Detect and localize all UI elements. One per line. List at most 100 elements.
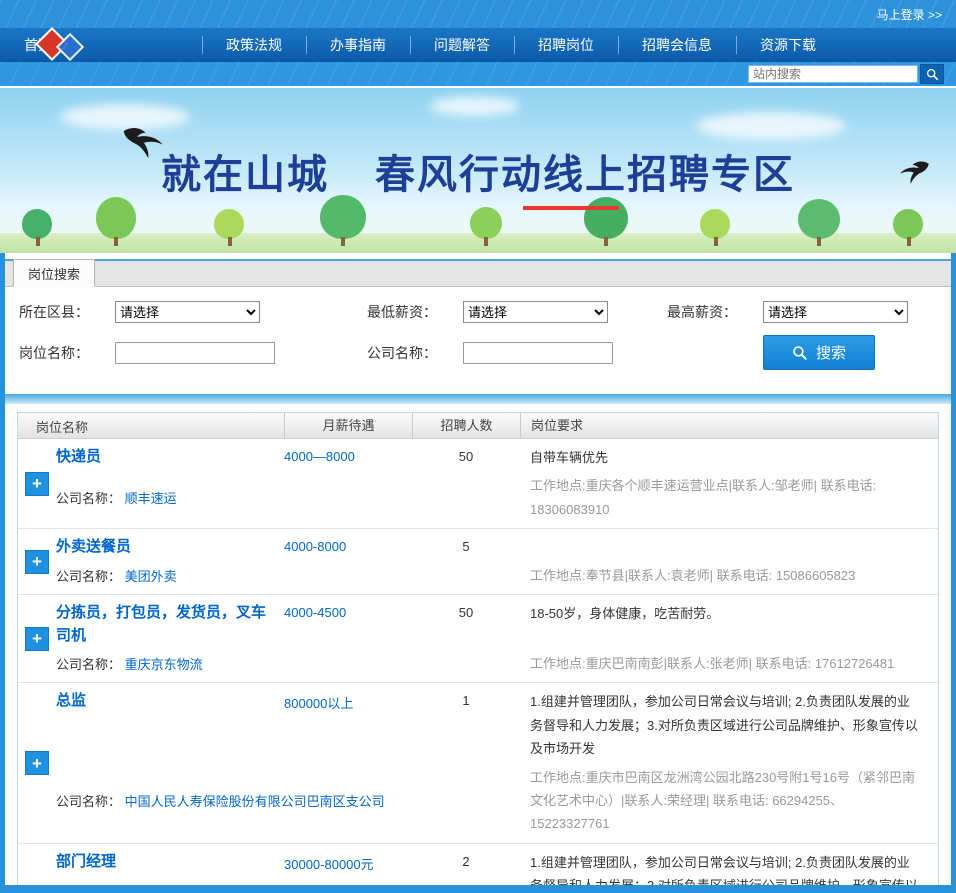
- max-salary-select[interactable]: 请选择: [763, 301, 908, 323]
- search-button-field: 搜索: [653, 335, 951, 370]
- job-title-cell: 分拣员，打包员，发货员，叉车司机: [56, 602, 284, 647]
- table-row: +外卖送餐员4000-80005公司名称： 美团外卖工作地点:奉节县|联系人:袁…: [18, 529, 938, 595]
- expand-row-button[interactable]: +: [25, 472, 49, 496]
- main-nav: 首页政策法规办事指南问题解答招聘岗位招聘会信息资源下载: [0, 28, 956, 62]
- job-title-link[interactable]: 总监: [56, 692, 86, 709]
- job-count: 50: [412, 602, 520, 647]
- expand-cell: +: [18, 536, 56, 587]
- job-table-body: +快递员4000—800050自带车辆优先公司名称： 顺丰速运工作地点:重庆各个…: [18, 439, 938, 885]
- job-count: 1: [412, 690, 520, 760]
- company-link[interactable]: 顺丰速运: [125, 491, 177, 506]
- max-salary-label: 最高薪资：: [667, 302, 763, 322]
- nav-item-4[interactable]: 问题解答: [410, 28, 514, 62]
- column-header: 岗位名称: [18, 417, 284, 436]
- company-label: 公司名称：: [56, 569, 125, 584]
- cloud: [430, 96, 520, 116]
- job-table-header: 岗位名称月薪待遇招聘人数岗位要求: [18, 413, 938, 439]
- job-name-field: 岗位名称：: [5, 335, 353, 370]
- table-row: +快递员4000—800050自带车辆优先公司名称： 顺丰速运工作地点:重庆各个…: [18, 439, 938, 529]
- nav-item-7[interactable]: 资源下载: [736, 28, 840, 62]
- column-header: 月薪待遇: [284, 413, 412, 439]
- company-label: 公司名称：: [56, 491, 125, 506]
- lower-area: 岗位搜索 所在区县： 请选择 最低薪资： 请选择 最高薪资：: [0, 253, 956, 891]
- column-header: 岗位要求: [520, 413, 938, 439]
- job-requirement: 1.组建并管理团队，参加公司日常会议与培训; 2.负责团队发展的业务督导和人力发…: [520, 851, 930, 885]
- site-search-input[interactable]: [748, 65, 918, 83]
- content: 岗位搜索 所在区县： 请选择 最低薪资： 请选择 最高薪资：: [5, 253, 951, 885]
- tree-icon: [470, 207, 502, 239]
- expand-row-button[interactable]: +: [25, 751, 49, 775]
- search-button[interactable]: 搜索: [763, 335, 875, 370]
- job-title-link[interactable]: 部门经理: [56, 853, 116, 870]
- district-field: 所在区县： 请选择: [5, 301, 353, 323]
- site-logo-icon: [34, 28, 98, 62]
- table-row: +部门经理30000-80000元21.组建并管理团队，参加公司日常会议与培训;…: [18, 844, 938, 885]
- job-requirement: 自带车辆优先: [520, 446, 930, 469]
- company-link[interactable]: 重庆京东物流: [125, 657, 203, 672]
- expand-cell: +: [18, 446, 56, 521]
- tree-icon: [320, 195, 366, 239]
- cloud: [696, 112, 846, 140]
- nav-item-5[interactable]: 招聘岗位: [514, 28, 618, 62]
- job-requirement: 18-50岁，身体健康，吃苦耐劳。: [520, 602, 930, 647]
- job-name-input[interactable]: [115, 342, 275, 364]
- job-name-label: 岗位名称：: [19, 343, 115, 363]
- expand-cell: +: [18, 690, 56, 835]
- tree-icon: [22, 209, 52, 239]
- job-title-cell: 部门经理: [56, 851, 284, 885]
- job-requirement: 1.组建并管理团队，参加公司日常会议与培训; 2.负责团队发展的业务督导和人力发…: [520, 690, 930, 760]
- search-icon: [926, 68, 939, 81]
- nav-item-3[interactable]: 办事指南: [306, 28, 410, 62]
- job-title-link[interactable]: 外卖送餐员: [56, 538, 131, 555]
- expand-row-button[interactable]: +: [25, 550, 49, 574]
- job-count: 2: [412, 851, 520, 885]
- job-company: 公司名称： 美团外卖: [56, 566, 520, 585]
- expand-cell: +: [18, 851, 56, 885]
- min-salary-field: 最低薪资： 请选择: [353, 301, 653, 323]
- min-salary-select[interactable]: 请选择: [463, 301, 608, 323]
- min-salary-label: 最低薪资：: [367, 302, 463, 322]
- district-label: 所在区县：: [19, 302, 115, 322]
- tree-icon: [700, 209, 730, 239]
- tab-job-search[interactable]: 岗位搜索: [13, 259, 95, 287]
- company-link[interactable]: 中国人民人寿保险股份有限公司巴南区支公司: [125, 794, 385, 809]
- company-name-label: 公司名称：: [367, 343, 463, 363]
- nav-items: 首页政策法规办事指南问题解答招聘岗位招聘会信息资源下载: [0, 28, 840, 62]
- table-row: + 分拣员，打包员，发货员，叉车司机 4000-45005018-50岁，身体健康，…: [18, 595, 938, 683]
- banner-title-right: 春风行动线上招聘专区: [375, 142, 795, 200]
- tree-icon: [584, 197, 628, 239]
- table-row: + 总监 800000以上11.组建并管理团队，参加公司日常会议与培训; 2.负责团…: [18, 683, 938, 843]
- job-company: 公司名称： 重庆京东物流: [56, 654, 520, 673]
- section-divider: [5, 394, 951, 404]
- expand-row-button[interactable]: +: [25, 627, 49, 651]
- job-salary: 4000-8000: [284, 536, 412, 559]
- job-company: 公司名称： 顺丰速运: [56, 488, 520, 507]
- company-label: 公司名称：: [56, 657, 125, 672]
- job-requirement: [520, 536, 930, 559]
- job-contact-detail: 工作地点:重庆各个顺丰速运营业点|联系人:邹老师| 联系电话: 18306083…: [520, 474, 930, 521]
- job-title-cell: 总监: [56, 690, 284, 760]
- district-select[interactable]: 请选择: [115, 301, 260, 323]
- job-title-link[interactable]: 快递员: [56, 448, 101, 465]
- site-search-button[interactable]: [920, 64, 944, 84]
- job-company: 公司名称： 中国人民人寿保险股份有限公司巴南区支公司: [56, 791, 520, 810]
- job-title-cell: 外卖送餐员: [56, 536, 284, 559]
- job-contact-detail: 工作地点:重庆巴南南彭|联系人:张老师| 联系电话: 17612726481: [520, 652, 930, 675]
- job-title-cell: 快递员: [56, 446, 284, 469]
- job-title-link[interactable]: 分拣员，打包员，发货员，叉车司机: [56, 604, 266, 644]
- company-link[interactable]: 美团外卖: [125, 569, 177, 584]
- nav-item-2[interactable]: 政策法规: [202, 28, 306, 62]
- job-search-form: 所在区县： 请选择 最低薪资： 请选择 最高薪资： 请选择: [5, 287, 951, 386]
- max-salary-field: 最高薪资： 请选择: [653, 301, 951, 323]
- company-name-input[interactable]: [463, 342, 613, 364]
- job-salary: 4000—8000: [284, 446, 412, 469]
- login-link[interactable]: 马上登录 >>: [877, 6, 942, 23]
- job-table: 岗位名称月薪待遇招聘人数岗位要求 +快递员4000—800050自带车辆优先公司…: [17, 412, 939, 885]
- job-salary: 800000以上: [284, 690, 412, 760]
- column-header: 招聘人数: [412, 413, 520, 439]
- nav-item-6[interactable]: 招聘会信息: [618, 28, 736, 62]
- tree-icon: [893, 209, 923, 239]
- job-salary: 4000-4500: [284, 602, 412, 647]
- expand-cell: +: [18, 602, 56, 675]
- tree-icon: [214, 209, 244, 239]
